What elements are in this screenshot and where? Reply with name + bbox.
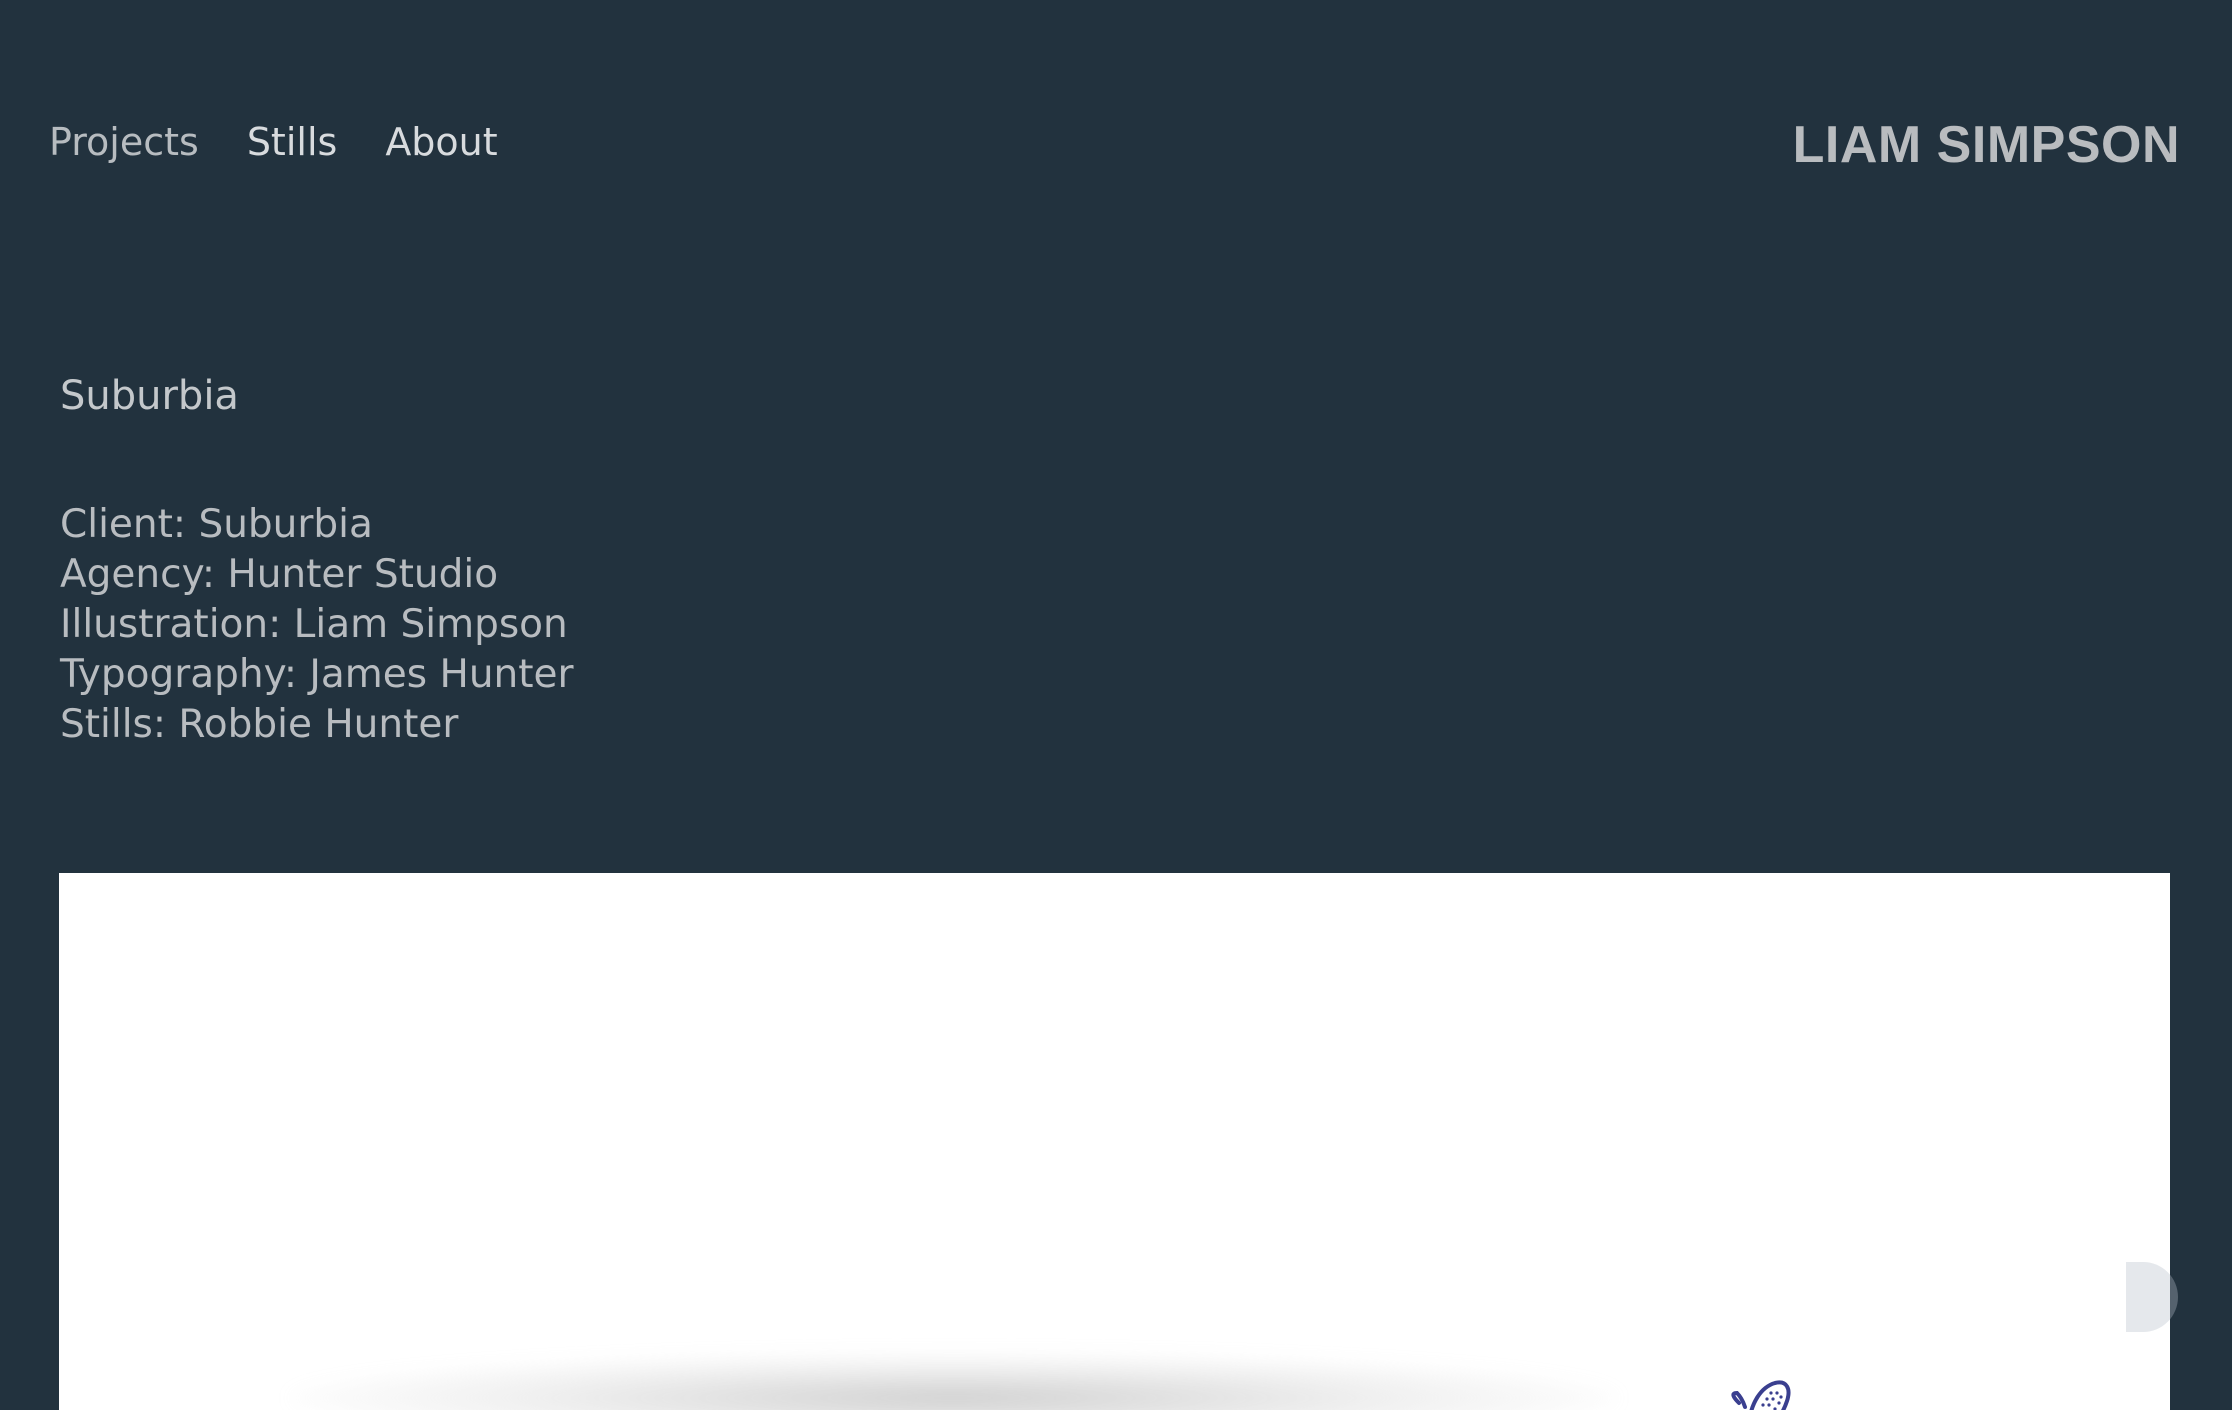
credit-stills: Stills: Robbie Hunter: [60, 702, 459, 747]
nav-about-link[interactable]: About: [385, 113, 497, 171]
credit-illustration: Illustration: Liam Simpson: [60, 602, 568, 647]
project-credits: Client: Suburbia Agency: Hunter Studio I…: [60, 500, 574, 750]
credit-typography: Typography: James Hunter: [60, 652, 574, 697]
scroll-to-top-button[interactable]: [2126, 1262, 2178, 1332]
project-image: [59, 873, 2170, 1410]
credit-client: Client: Suburbia: [60, 502, 373, 547]
credit-agency: Agency: Hunter Studio: [60, 552, 499, 597]
project-title: Suburbia: [60, 373, 239, 419]
nav-projects-link[interactable]: Projects: [49, 113, 199, 171]
image-shadow: [289, 1353, 1619, 1410]
site-logo[interactable]: LIAM SIMPSON: [1793, 113, 2180, 177]
illustration-doodle-icon: [1731, 1380, 1791, 1410]
main-nav: Projects Stills About: [49, 113, 498, 171]
nav-stills-link[interactable]: Stills: [247, 113, 338, 171]
